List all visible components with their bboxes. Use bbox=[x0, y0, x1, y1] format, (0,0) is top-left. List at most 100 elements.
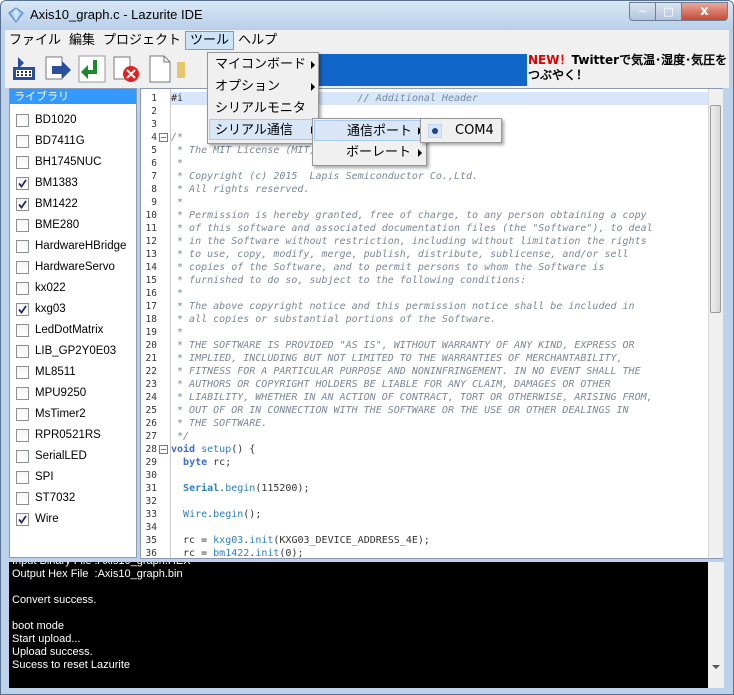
library-item[interactable]: SPI bbox=[16, 469, 54, 485]
menu-item-serial-comm[interactable]: シリアル通信 bbox=[209, 119, 317, 140]
library-checkbox[interactable] bbox=[16, 470, 29, 484]
code-line[interactable]: * all copies or substantial portions of … bbox=[171, 313, 711, 326]
code-line[interactable]: * The MIT License (MIT) bbox=[171, 144, 711, 157]
rebuild-icon[interactable] bbox=[77, 54, 107, 84]
library-checkbox[interactable] bbox=[16, 239, 29, 253]
library-item[interactable]: ML8511 bbox=[16, 364, 76, 380]
new-file-icon[interactable] bbox=[145, 54, 175, 84]
library-item[interactable]: HardwareServo bbox=[16, 259, 115, 275]
library-checkbox[interactable] bbox=[16, 449, 29, 463]
library-item-label: HardwareServo bbox=[35, 261, 115, 273]
library-item[interactable]: MsTimer2 bbox=[16, 406, 86, 422]
code-line[interactable]: Serial.begin(115200); bbox=[171, 482, 711, 495]
minimize-button[interactable]: ─ bbox=[629, 2, 656, 21]
library-item[interactable]: LedDotMatrix bbox=[16, 322, 103, 338]
library-checkbox[interactable] bbox=[16, 365, 29, 379]
code-line[interactable]: * to use, copy, modify, merge, publish, … bbox=[171, 248, 711, 261]
library-item[interactable]: HardwareHBridge bbox=[16, 238, 126, 254]
menu-item-serial-monitor[interactable]: シリアルモニタ bbox=[209, 98, 317, 119]
library-item[interactable]: SerialLED bbox=[16, 448, 87, 464]
menu-item-options[interactable]: オプション bbox=[209, 76, 317, 97]
menu-item-board[interactable]: マイコンボード bbox=[209, 54, 317, 75]
library-checkbox[interactable] bbox=[16, 113, 29, 127]
line-number: 5 bbox=[151, 145, 157, 156]
code-line[interactable]: Wire.begin(); bbox=[171, 508, 711, 521]
library-item[interactable]: Wire bbox=[16, 511, 59, 527]
library-item[interactable]: ST7032 bbox=[16, 490, 75, 506]
library-item[interactable]: MPU9250 bbox=[16, 385, 86, 401]
library-checkbox[interactable] bbox=[16, 386, 29, 400]
code-line[interactable]: * Copyright (c) 2015 Lapis Semiconductor… bbox=[171, 170, 711, 183]
library-checkbox[interactable] bbox=[16, 407, 29, 421]
library-item[interactable]: RPR0521RS bbox=[16, 427, 101, 443]
library-item[interactable]: BM1422 bbox=[16, 196, 78, 212]
code-line[interactable]: void setup() { bbox=[171, 443, 711, 456]
code-line[interactable]: * OUT OF OR IN CONNECTION WITH THE SOFTW… bbox=[171, 404, 711, 417]
code-line[interactable]: * Permission is hereby granted, free of … bbox=[171, 209, 711, 222]
menu-project[interactable]: プロジェクト bbox=[99, 31, 185, 50]
code-line[interactable]: * All rights reserved. bbox=[171, 183, 711, 196]
editor-scroll-thumb[interactable] bbox=[710, 105, 721, 313]
library-item[interactable]: kxg03 bbox=[16, 301, 66, 317]
code-editor[interactable]: 1 2 3 4−5 6 7 8 9 10 11 12 13 14 15 16 17 18 19 20 21 22 23 24… bbox=[140, 88, 723, 559]
menu-file[interactable]: ファイル bbox=[5, 31, 65, 50]
scroll-down-icon[interactable] bbox=[711, 663, 721, 671]
library-checkbox[interactable] bbox=[16, 176, 29, 190]
code-line[interactable]: * THE SOFTWARE. bbox=[171, 417, 711, 430]
console-scrollbar[interactable] bbox=[708, 562, 724, 688]
code-line[interactable]: * furnished to do so, subject to the fol… bbox=[171, 274, 711, 287]
code-line[interactable]: * THE SOFTWARE IS PROVIDED "AS IS", WITH… bbox=[171, 339, 711, 352]
library-checkbox[interactable] bbox=[16, 155, 29, 169]
build-icon[interactable] bbox=[10, 54, 40, 84]
code-line[interactable]: rc = kxg03.init(KXG03_DEVICE_ADDRESS_4E)… bbox=[171, 534, 711, 547]
library-item[interactable]: BH1745NUC bbox=[16, 154, 101, 170]
library-checkbox[interactable] bbox=[16, 491, 29, 505]
maximize-button[interactable]: □ bbox=[655, 2, 682, 21]
promo-banner[interactable] bbox=[317, 54, 527, 86]
library-item[interactable]: BD1020 bbox=[16, 112, 77, 128]
code-line[interactable]: byte rc; bbox=[171, 456, 711, 469]
code-line[interactable]: * copies of the Software, and to permit … bbox=[171, 261, 711, 274]
library-checkbox[interactable] bbox=[16, 428, 29, 442]
library-item[interactable]: BM1383 bbox=[16, 175, 78, 191]
code-line[interactable]: * bbox=[171, 157, 711, 170]
library-checkbox[interactable] bbox=[16, 134, 29, 148]
code-line[interactable]: * bbox=[171, 287, 711, 300]
menu-item-port[interactable]: 通信ポート bbox=[314, 120, 425, 141]
fold-toggle-icon[interactable]: − bbox=[159, 445, 168, 454]
library-checkbox[interactable] bbox=[16, 197, 29, 211]
menu-help[interactable]: ヘルプ bbox=[234, 31, 281, 50]
code-line[interactable]: rc = bm1422.init(0); bbox=[171, 547, 711, 558]
library-checkbox[interactable] bbox=[16, 323, 29, 337]
code-line[interactable]: * in the Software without restriction, i… bbox=[171, 235, 711, 248]
stop-icon[interactable] bbox=[111, 54, 141, 84]
menu-item-baudrate[interactable]: ボーレート bbox=[314, 142, 425, 163]
code-line[interactable]: * of this software and associated docume… bbox=[171, 222, 711, 235]
library-item[interactable]: LIB_GP2Y0E03 bbox=[16, 343, 116, 359]
fold-toggle-icon[interactable]: − bbox=[159, 133, 168, 142]
open-file-icon[interactable] bbox=[177, 54, 185, 84]
code-line[interactable]: * FITNESS FOR A PARTICULAR PURPOSE AND N… bbox=[171, 365, 711, 378]
code-line[interactable]: * bbox=[171, 196, 711, 209]
title-bar[interactable]: Axis10_graph.c - Lazurite IDE ─ □ x bbox=[1, 1, 733, 30]
menu-tools[interactable]: ツール bbox=[185, 30, 235, 50]
library-item[interactable]: kx022 bbox=[16, 280, 66, 296]
code-line[interactable]: * bbox=[171, 326, 711, 339]
menu-edit[interactable]: 編集 bbox=[65, 31, 99, 50]
code-line[interactable]: */ bbox=[171, 430, 711, 443]
code-line[interactable]: * IMPLIED, INCLUDING BUT NOT LIMITED TO … bbox=[171, 352, 711, 365]
code-line[interactable]: * LIABILITY, WHETHER IN AN ACTION OF CON… bbox=[171, 391, 711, 404]
library-checkbox[interactable] bbox=[16, 302, 29, 316]
upload-icon[interactable] bbox=[43, 54, 73, 84]
code-line[interactable]: * AUTHORS OR COPYRIGHT HOLDERS BE LIABLE… bbox=[171, 378, 711, 391]
library-checkbox[interactable] bbox=[16, 281, 29, 295]
library-checkbox[interactable] bbox=[16, 260, 29, 274]
code-line[interactable]: * The above copyright notice and this pe… bbox=[171, 300, 711, 313]
library-checkbox[interactable] bbox=[16, 344, 29, 358]
library-item[interactable]: BD7411G bbox=[16, 133, 85, 149]
library-checkbox[interactable] bbox=[16, 218, 29, 232]
close-button[interactable]: x bbox=[681, 2, 728, 21]
news-ticker[interactable]: NEW！Twitterで気温･湿度･気圧をつぶやく！ bbox=[528, 53, 733, 83]
library-checkbox[interactable] bbox=[16, 512, 29, 526]
library-item[interactable]: BME280 bbox=[16, 217, 79, 233]
